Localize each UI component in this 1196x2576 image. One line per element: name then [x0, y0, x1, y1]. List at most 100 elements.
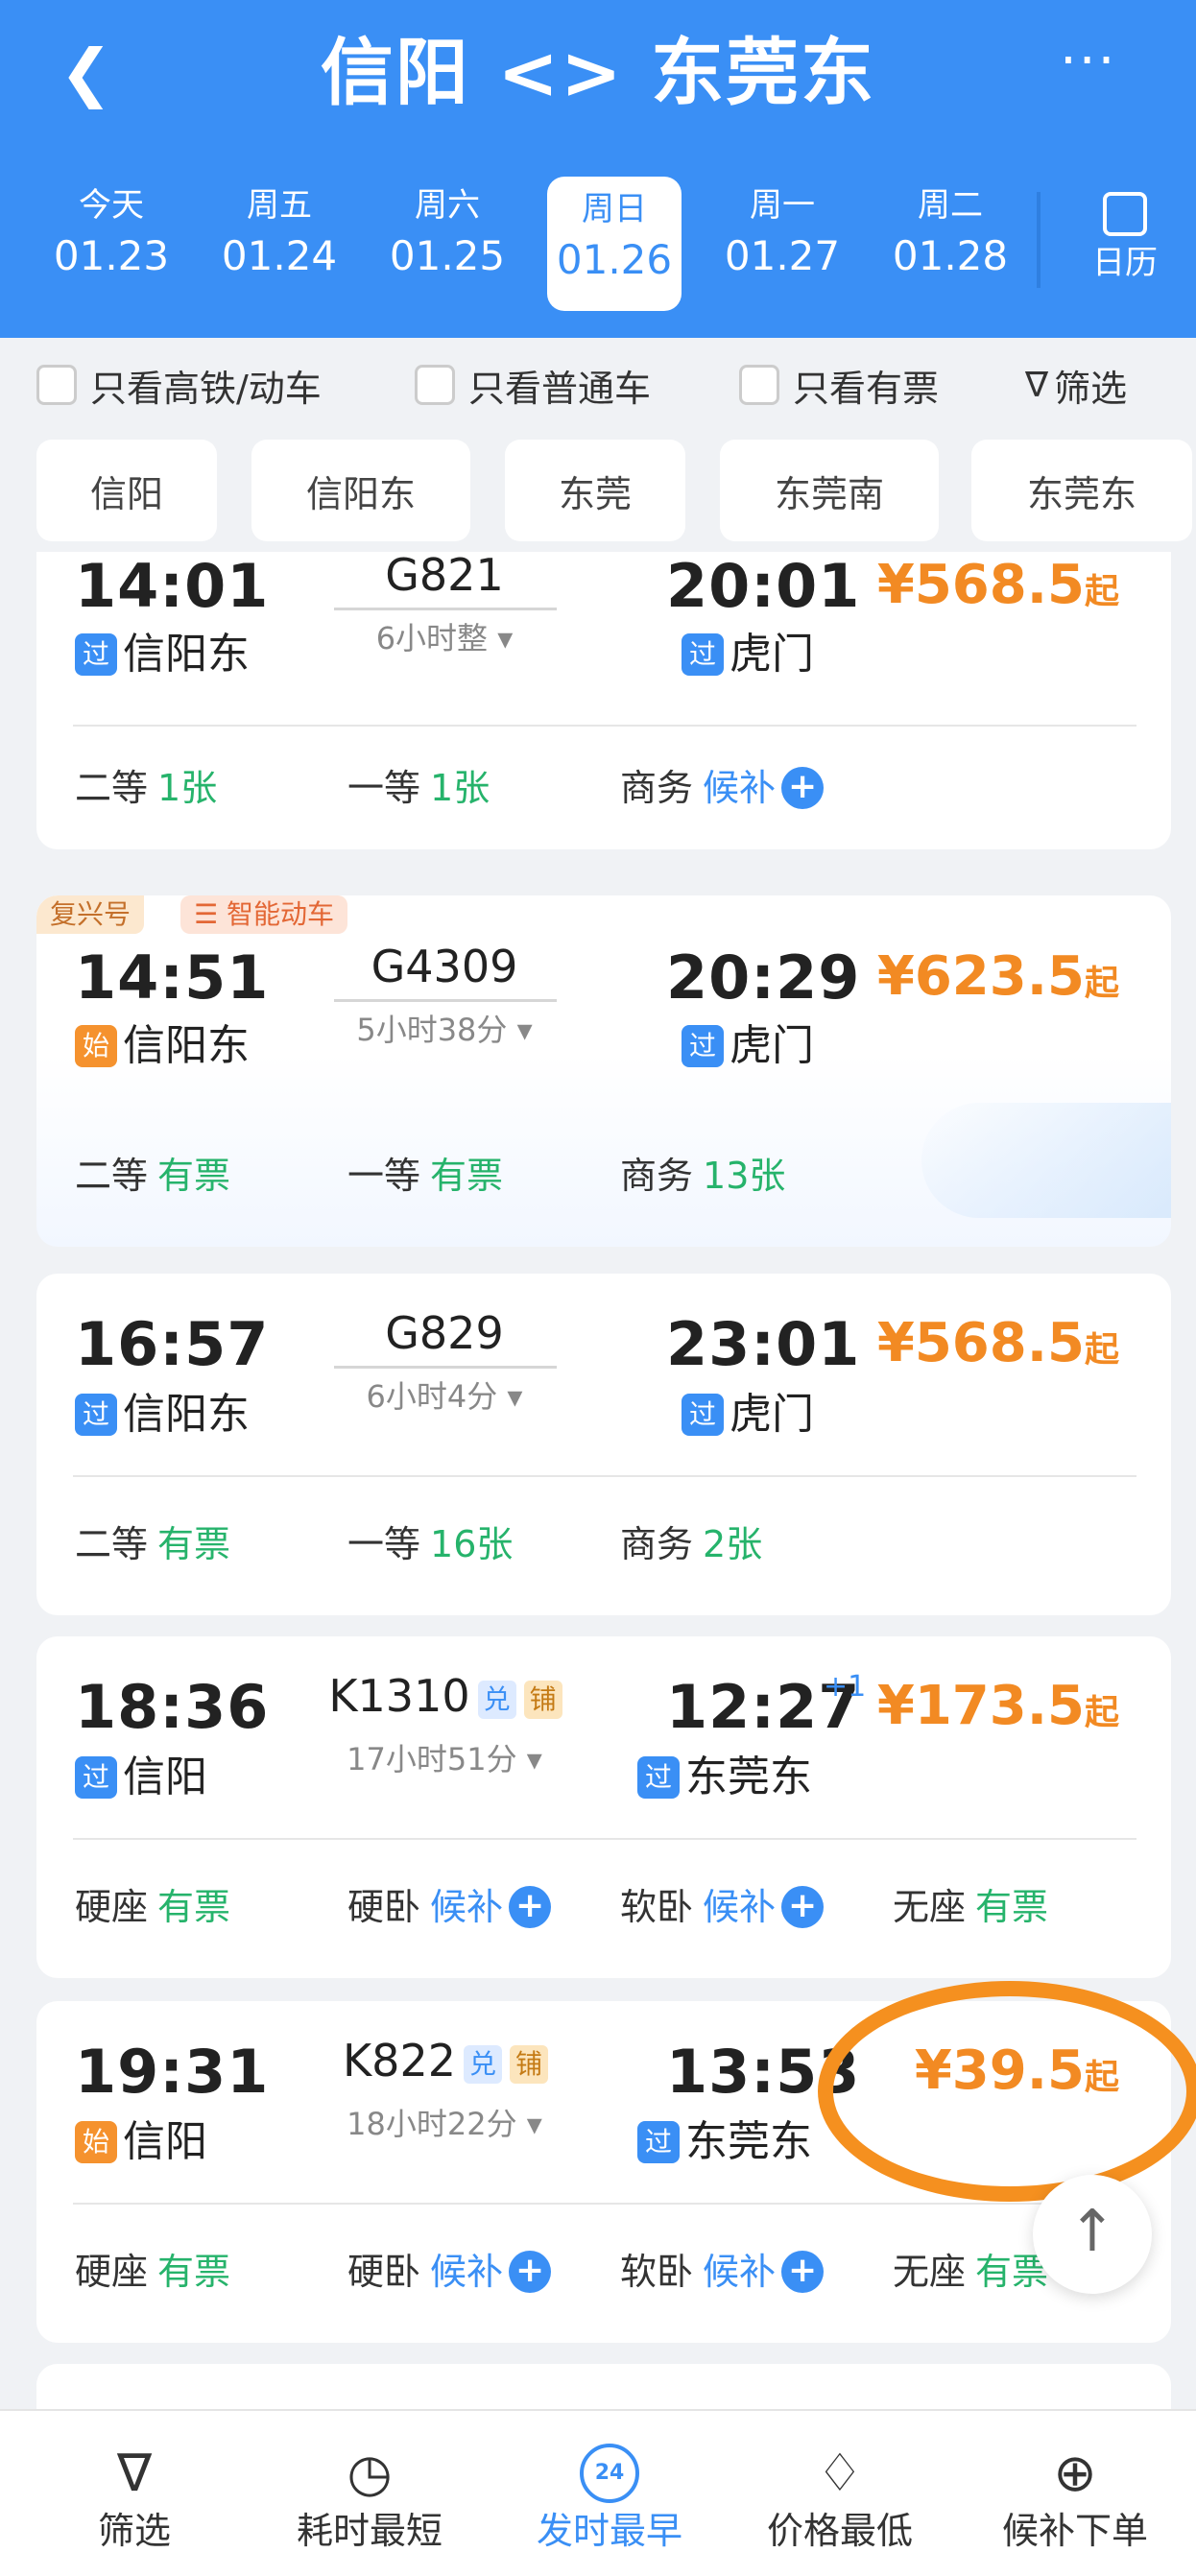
seat-name: 无座 — [893, 2251, 967, 2293]
date-weekday: 周五 — [247, 186, 312, 225]
price: ¥568.5起 — [877, 1310, 1119, 1384]
berth-tag: 铺 — [523, 1680, 562, 1719]
filter-button[interactable]: ∇ 筛选 — [1025, 361, 1128, 410]
date-selector: 今天 01.23 周五 01.24 周六 01.25 周日 01.26 周一 01.27 … — [0, 173, 1196, 311]
seat-info[interactable]: 硬卧 候补 + — [347, 2247, 552, 2297]
seat-name: 软卧 — [620, 2251, 694, 2293]
date-tab[interactable]: 周五 01.24 — [212, 173, 347, 307]
station-chip[interactable]: 信阳 — [36, 440, 217, 541]
date-tab-selected[interactable]: 周日 01.26 — [547, 177, 682, 311]
tab-label: 耗时最短 — [296, 2510, 443, 2552]
caret-down-icon: ▾ — [497, 620, 514, 656]
seat-info[interactable]: 商务 候补 + — [620, 763, 825, 813]
station-chip[interactable]: 信阳东 — [251, 440, 470, 541]
checkbox-normal-train[interactable]: 只看普通车 — [415, 361, 651, 410]
station-chip[interactable]: 东莞南 — [720, 440, 939, 541]
caret-down-icon: ▾ — [507, 1378, 523, 1415]
train-card[interactable]: 16:57 G829 6小时4分 ▾ 23:01 ¥568.5起 过信阳东 过虎… — [36, 1274, 1171, 1615]
seat-name: 二等 — [75, 767, 149, 809]
date-tab[interactable]: 周一 01.27 — [715, 173, 849, 307]
header-bar: ❮ 信阳 <> 东莞东 ··· 今天 01.23 周五 01.24 周六 01.25 … — [0, 0, 1196, 338]
duration[interactable]: 6小时4分 ▾ — [320, 1375, 569, 1418]
checkbox-icon — [415, 365, 455, 405]
back-button[interactable]: ❮ — [60, 35, 127, 111]
exchange-tag: 兑 — [477, 1680, 516, 1719]
date-tab[interactable]: 周六 01.25 — [380, 173, 514, 307]
divider — [73, 1838, 1136, 1840]
seat-availability: 候补 — [703, 767, 777, 809]
cart-plus-icon: ⊕ — [1053, 2443, 1097, 2503]
tab-earliest[interactable]: 24 发时最早 — [509, 2411, 710, 2576]
tab-waitlist-order[interactable]: ⊕ 候补下单 — [969, 2411, 1181, 2576]
train-card[interactable]: 复兴号 ☰ 智能动车 14:51 G4309 5小时38分 ▾ 20:29 ¥6… — [36, 895, 1171, 1247]
station-name: 信阳东 — [123, 630, 250, 679]
more-button[interactable]: ··· — [1060, 35, 1148, 100]
seat-availability: 有票 — [157, 1155, 231, 1197]
tab-cheapest[interactable]: ♢ 价格最低 — [739, 2411, 941, 2576]
departure-time: 18:36 — [75, 1672, 270, 1742]
checkbox-high-speed[interactable]: 只看高铁/动车 — [36, 361, 322, 410]
seat-info: 硬座 有票 — [75, 2247, 230, 2297]
departure-station: 过信阳东 — [75, 627, 250, 682]
price: ¥623.5起 — [877, 943, 1119, 1017]
train-number: K1310 — [328, 1670, 470, 1722]
date-tab[interactable]: 今天 01.23 — [44, 173, 179, 307]
exchange-tag: 兑 — [463, 2044, 502, 2084]
plus-circle-icon[interactable]: + — [509, 1886, 552, 1928]
duration[interactable]: 6小时整 ▾ — [320, 617, 569, 659]
checkbox-available[interactable]: 只看有票 — [739, 361, 939, 410]
duration[interactable]: 5小时38分 ▾ — [320, 1009, 569, 1051]
seat-availability: 候补 — [703, 2251, 777, 2293]
seat-info: 二等 有票 — [75, 1519, 230, 1569]
seat-info: 一等 1张 — [347, 763, 490, 813]
pass-tag: 过 — [682, 1394, 724, 1436]
seat-name: 无座 — [893, 1886, 967, 1928]
date-weekday: 周一 — [750, 186, 815, 225]
price-suffix: 起 — [1084, 964, 1119, 1003]
seat-info[interactable]: 软卧 候补 + — [620, 1882, 825, 1932]
station-chip[interactable]: 东莞 — [505, 440, 685, 541]
station-chip[interactable]: 东莞东 — [971, 440, 1192, 541]
duration[interactable]: 18小时22分 ▾ — [320, 2103, 569, 2145]
seat-info: 商务 13张 — [620, 1151, 785, 1201]
date-weekday: 周日 — [582, 190, 647, 228]
duration[interactable]: 17小时51分 ▾ — [320, 1738, 569, 1780]
tab-shortest[interactable]: ◷ 耗时最短 — [269, 2411, 470, 2576]
tab-filter[interactable]: ∇ 筛选 — [38, 2411, 230, 2576]
train-card-partial[interactable] — [36, 2364, 1171, 2409]
date-tab[interactable]: 周二 01.28 — [883, 173, 1017, 307]
pass-tag: 过 — [637, 2121, 680, 2163]
arrival-station: 过虎门 — [682, 1387, 814, 1443]
seat-info: 二等 1张 — [75, 763, 217, 813]
departure-time: 19:31 — [75, 2037, 270, 2107]
calendar-button[interactable]: 日历 — [1077, 188, 1173, 303]
seat-availability: 有票 — [430, 1155, 504, 1197]
back-to-top-button[interactable]: ↑ — [1033, 2175, 1152, 2294]
price-value: ¥568.5 — [876, 1312, 1085, 1374]
seat-name: 硬座 — [75, 2251, 149, 2293]
plus-circle-icon[interactable]: + — [781, 767, 825, 809]
clock-24-icon: 24 — [580, 2444, 639, 2503]
plus-circle-icon[interactable]: + — [781, 1886, 825, 1928]
arrival-station: 过虎门 — [682, 627, 814, 682]
divider — [73, 2203, 1136, 2205]
seat-info[interactable]: 硬卧 候补 + — [347, 1882, 552, 1932]
plus-circle-icon[interactable]: + — [509, 2251, 552, 2293]
route-line — [334, 999, 557, 1002]
station-name: 信阳东 — [123, 1390, 250, 1439]
train-card[interactable]: 18:36 K1310 兑铺 17小时51分 ▾ 12:27 +1 ¥173.5起… — [36, 1636, 1171, 1978]
filter-label: 筛选 — [1054, 367, 1128, 410]
price-tag-icon: ♢ — [816, 2443, 864, 2503]
berth-tag: 铺 — [509, 2044, 548, 2084]
start-tag: 始 — [75, 1025, 117, 1067]
train-card[interactable]: 14:01 G821 6小时整 ▾ 20:01 ¥568.5起 过信阳东 过虎门… — [36, 552, 1171, 849]
plus-circle-icon[interactable]: + — [781, 2251, 825, 2293]
seat-availability: 13张 — [703, 1155, 786, 1197]
price-value: ¥623.5 — [876, 945, 1085, 1008]
seat-info[interactable]: 软卧 候补 + — [620, 2247, 825, 2297]
timer-icon: ◷ — [347, 2443, 393, 2503]
train-number-row: K1310 兑铺 — [311, 1669, 580, 1723]
pass-tag: 过 — [682, 633, 724, 676]
badge-fuxing: 复兴号 — [36, 895, 145, 934]
badge-smart-emu: ☰ 智能动车 — [180, 895, 348, 934]
